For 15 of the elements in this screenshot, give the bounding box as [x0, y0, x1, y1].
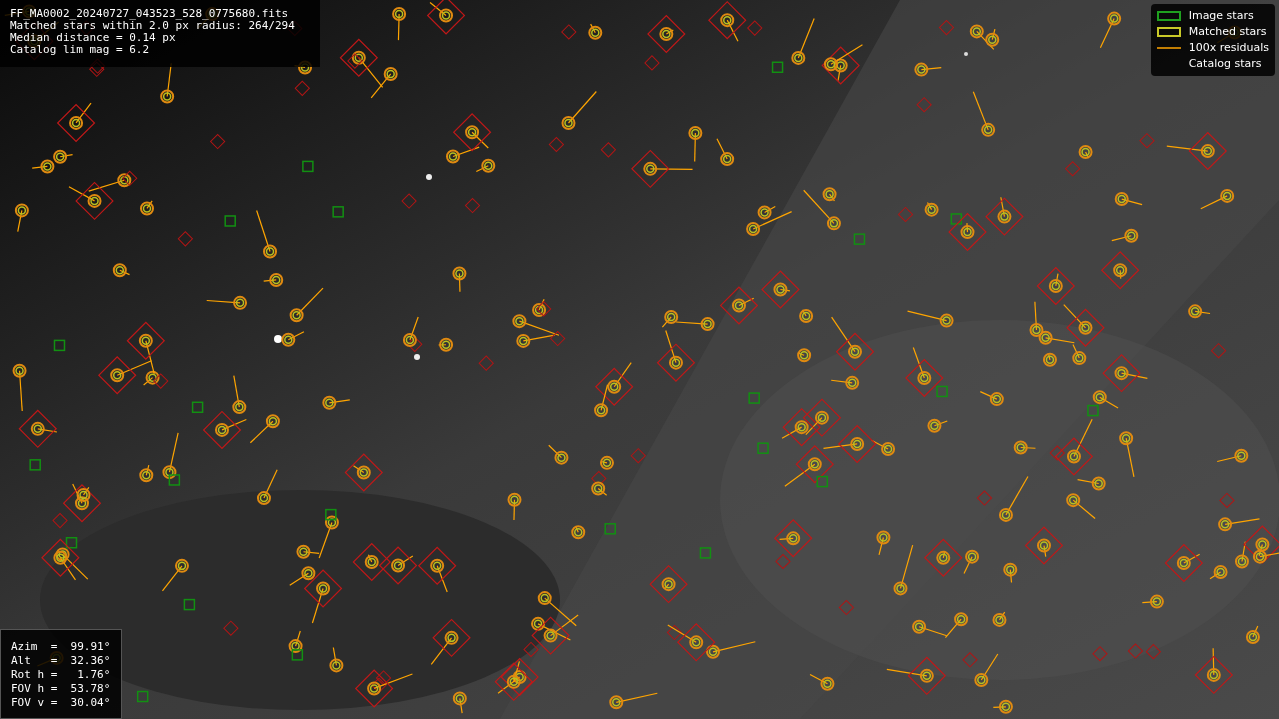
pointing-text: Alt = 32.36° — [11, 654, 111, 668]
legend-label: 100x residuals — [1188, 39, 1269, 56]
legend-label: Catalog stars — [1188, 55, 1262, 72]
legend-label: Matched stars — [1188, 23, 1267, 40]
info-text: Catalog lim mag = 6.2 — [10, 44, 151, 56]
rectangle-swatch-icon — [1156, 11, 1181, 21]
pointing-text: Azim = 99.91° — [11, 640, 111, 654]
pointing-text: Rot h = 1.76° — [11, 668, 111, 682]
pointing-text: FOV h = 53.78° — [11, 682, 111, 696]
info-text: Matched stars within 2.0 px radius: 264/294 — [10, 20, 296, 32]
info-text: FF_MA0002_20240727_043523_528_0775680.fits — [10, 8, 290, 20]
legend-label: Image stars — [1188, 7, 1254, 24]
info-text: Median distance = 0.14 px — [10, 32, 177, 44]
rectangle-swatch-icon — [1156, 27, 1181, 37]
pointing-text: FOV v = 30.04° — [11, 696, 111, 710]
